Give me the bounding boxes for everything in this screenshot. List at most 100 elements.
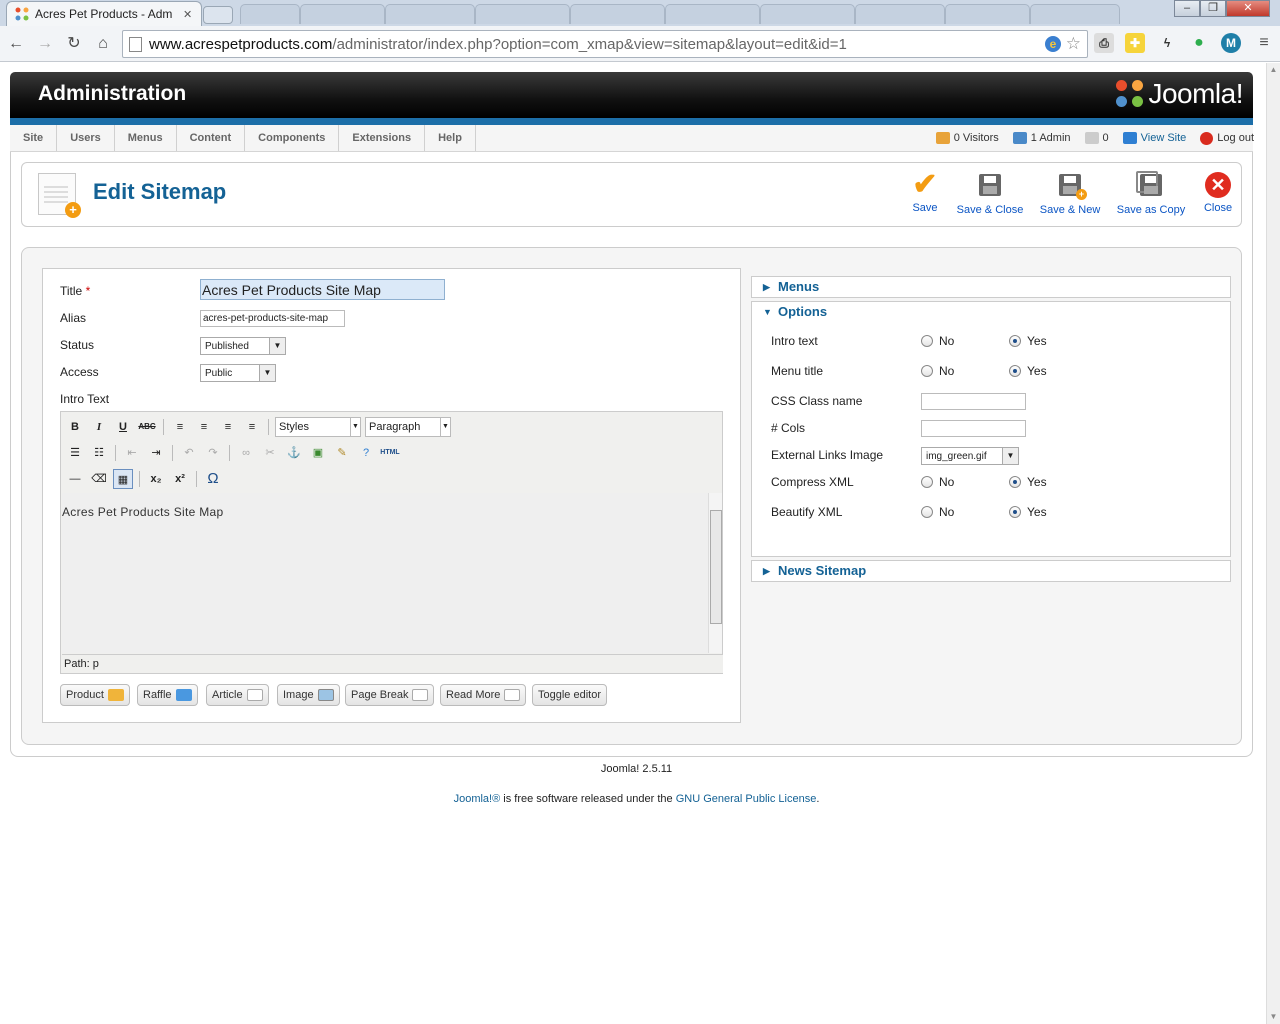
extension-evernote-icon[interactable]: ● <box>1189 33 1209 53</box>
numbered-list-icon[interactable]: ☷ <box>89 443 109 463</box>
tab-close-icon[interactable]: ✕ <box>183 8 195 21</box>
redo-icon[interactable]: ↷ <box>203 443 223 463</box>
browser-tab[interactable] <box>475 4 570 24</box>
view-site-link[interactable]: View Site <box>1141 132 1187 144</box>
superscript-icon[interactable]: x² <box>170 469 190 489</box>
window-close-icon[interactable]: ✕ <box>1226 0 1270 17</box>
visual-aid-icon[interactable]: ▦ <box>113 469 133 489</box>
subscript-icon[interactable]: x₂ <box>146 469 166 489</box>
panel-options-header[interactable]: ▼ Options <box>751 301 1231 323</box>
ie-tab-icon[interactable]: e <box>1045 36 1061 52</box>
menu-item-content[interactable]: Content <box>177 125 246 151</box>
page-scrollbar[interactable]: ▲ ▼ <box>1266 63 1280 1024</box>
editor-scroll-thumb[interactable] <box>710 510 722 624</box>
compress-xml-yes-radio[interactable]: Yes <box>1009 475 1047 489</box>
align-justify-icon[interactable]: ≡ <box>242 417 262 437</box>
beautify-xml-no-radio[interactable]: No <box>921 505 954 519</box>
browser-tab[interactable] <box>240 4 300 24</box>
html-source-icon[interactable]: HTML <box>380 443 400 463</box>
horizontal-rule-icon[interactable]: — <box>65 469 85 489</box>
unlink-icon[interactable]: ✂ <box>260 443 280 463</box>
intro-text-no-radio[interactable]: No <box>921 334 954 348</box>
browser-tab[interactable] <box>760 4 855 24</box>
editor-content-area[interactable]: Acres Pet Products Site Map <box>62 493 708 653</box>
menu-title-no-radio[interactable]: No <box>921 364 954 378</box>
underline-icon[interactable]: U <box>113 417 133 437</box>
save-new-button[interactable]: + Save & New <box>1036 172 1104 216</box>
menu-item-help[interactable]: Help <box>425 125 476 151</box>
browser-tab[interactable] <box>570 4 665 24</box>
extension-bolt-icon[interactable]: ϟ <box>1157 33 1177 53</box>
styles-dropdown[interactable]: Styles ▼ <box>275 417 361 437</box>
bullet-list-icon[interactable]: ☰ <box>65 443 85 463</box>
back-icon[interactable]: ← <box>6 34 26 54</box>
menu-title-yes-radio[interactable]: Yes <box>1009 364 1047 378</box>
extension-printer-icon[interactable]: ⎙ <box>1094 33 1114 53</box>
browser-tab[interactable] <box>945 4 1030 24</box>
save-copy-button[interactable]: Save as Copy <box>1113 171 1189 216</box>
browser-tab[interactable] <box>300 4 385 24</box>
strikethrough-icon[interactable]: ABC <box>137 417 157 437</box>
menu-item-users[interactable]: Users <box>57 125 115 151</box>
scroll-down-icon[interactable]: ▼ <box>1267 1010 1280 1024</box>
extension-m-icon[interactable]: M <box>1221 33 1241 53</box>
link-icon[interactable]: ∞ <box>236 443 256 463</box>
extension-sticky-icon[interactable]: ✚ <box>1125 33 1145 53</box>
joomla-link[interactable]: Joomla!® <box>454 793 501 805</box>
indent-icon[interactable]: ⇥ <box>146 443 166 463</box>
cols-input[interactable] <box>921 420 1026 437</box>
help-icon[interactable]: ? <box>356 443 376 463</box>
toggle-editor-button[interactable]: Toggle editor <box>532 684 607 706</box>
align-center-icon[interactable]: ≡ <box>194 417 214 437</box>
css-class-input[interactable] <box>921 393 1026 410</box>
browser-tab[interactable] <box>1030 4 1120 24</box>
align-left-icon[interactable]: ≡ <box>170 417 190 437</box>
wrench-menu-icon[interactable]: ≡ <box>1254 34 1274 52</box>
article-button[interactable]: Article <box>206 684 269 706</box>
read-more-button[interactable]: Read More <box>440 684 527 706</box>
access-select[interactable]: Public ▼ <box>200 364 276 382</box>
status-select[interactable]: Published ▼ <box>200 337 286 355</box>
title-input[interactable]: Acres Pet Products Site Map <box>200 279 445 300</box>
panel-menus-header[interactable]: ▶ Menus <box>751 276 1231 298</box>
save-button[interactable]: ✔ Save <box>905 170 945 215</box>
new-tab-button[interactable] <box>203 6 233 24</box>
scroll-up-icon[interactable]: ▲ <box>1267 63 1280 77</box>
panel-news-sitemap-header[interactable]: ▶ News Sitemap <box>751 560 1231 582</box>
format-dropdown[interactable]: Paragraph ▼ <box>365 417 451 437</box>
forward-icon[interactable]: → <box>35 34 55 54</box>
bookmark-star-icon[interactable]: ☆ <box>1066 34 1081 54</box>
external-links-image-select[interactable]: img_green.gif ▼ <box>921 447 1019 465</box>
browser-tab-active[interactable]: Acres Pet Products - Adm ✕ <box>6 1 202 26</box>
special-char-icon[interactable]: Ω <box>203 469 223 489</box>
beautify-xml-yes-radio[interactable]: Yes <box>1009 505 1047 519</box>
editor-scrollbar[interactable] <box>708 493 722 653</box>
close-button[interactable]: ✕ Close <box>1200 172 1236 214</box>
menu-item-menus[interactable]: Menus <box>115 125 177 151</box>
gpl-link[interactable]: GNU General Public License <box>676 793 817 805</box>
compress-xml-no-radio[interactable]: No <box>921 475 954 489</box>
menu-item-extensions[interactable]: Extensions <box>339 125 426 151</box>
browser-tab[interactable] <box>385 4 475 24</box>
menu-item-components[interactable]: Components <box>245 125 340 151</box>
undo-icon[interactable]: ↶ <box>179 443 199 463</box>
raffle-button[interactable]: Raffle <box>137 684 198 706</box>
page-break-button[interactable]: Page Break <box>345 684 435 706</box>
reload-icon[interactable]: ↻ <box>64 34 84 54</box>
bold-icon[interactable]: B <box>65 417 85 437</box>
save-close-button[interactable]: Save & Close <box>954 172 1026 216</box>
logout-link[interactable]: Log out <box>1217 132 1254 144</box>
product-button[interactable]: Product <box>60 684 130 706</box>
anchor-icon[interactable]: ⚓ <box>284 443 304 463</box>
eraser-icon[interactable]: ⌫ <box>89 469 109 489</box>
align-right-icon[interactable]: ≡ <box>218 417 238 437</box>
image-button[interactable]: Image <box>277 684 340 706</box>
menu-item-site[interactable]: Site <box>10 125 58 151</box>
italic-icon[interactable]: I <box>89 417 109 437</box>
browser-tab[interactable] <box>855 4 945 24</box>
home-icon[interactable]: ⌂ <box>93 34 113 54</box>
outdent-icon[interactable]: ⇤ <box>122 443 142 463</box>
intro-text-yes-radio[interactable]: Yes <box>1009 334 1047 348</box>
minimize-icon[interactable]: – <box>1174 0 1200 17</box>
cleanup-icon[interactable]: ✎ <box>332 443 352 463</box>
